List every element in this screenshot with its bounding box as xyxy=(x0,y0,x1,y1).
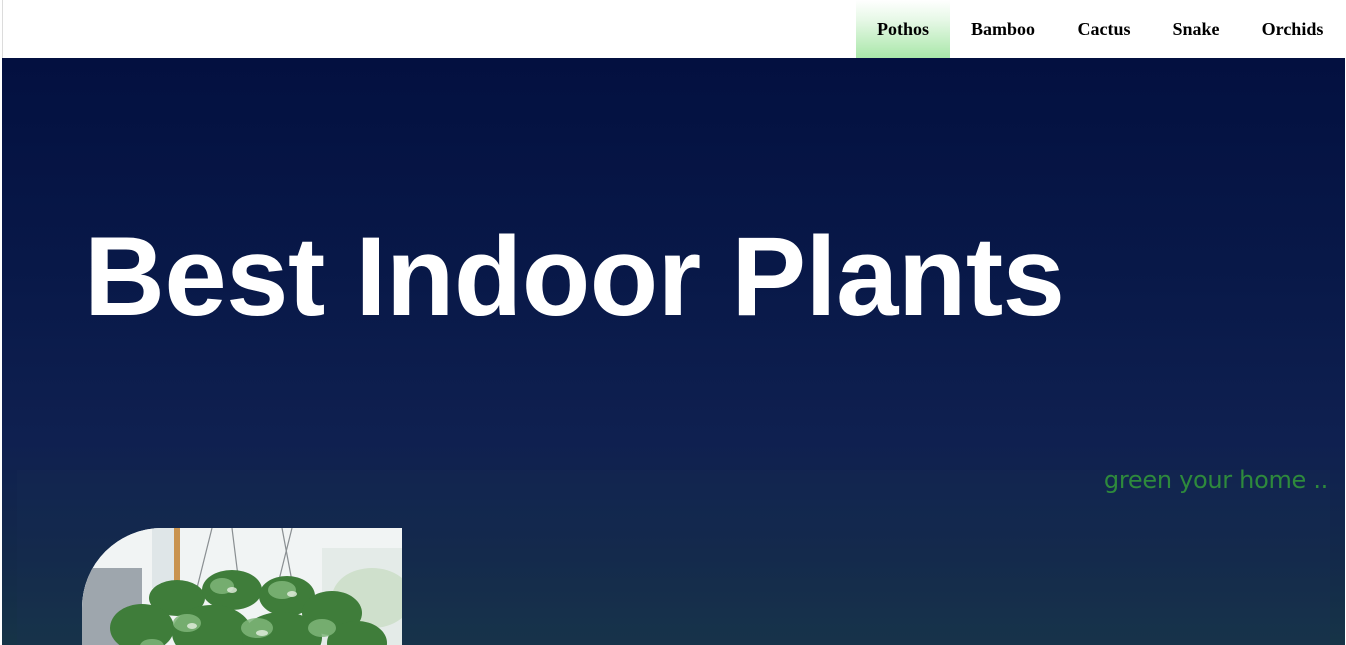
nav-item-orchids[interactable]: Orchids xyxy=(1240,0,1345,58)
nav-menu: Pothos Bamboo Cactus Snake Orchids xyxy=(856,0,1345,58)
pothos-plant-image xyxy=(82,528,402,645)
hero-tagline: green your home .. xyxy=(1103,466,1328,494)
nav-item-snake[interactable]: Snake xyxy=(1152,0,1240,58)
hero-title: Best Indoor Plants xyxy=(84,214,1065,339)
nav-item-cactus[interactable]: Cactus xyxy=(1056,0,1152,58)
plant-photo xyxy=(82,528,402,645)
hero-section: Best Indoor Plants green your home .. xyxy=(2,58,1345,645)
nav-item-bamboo[interactable]: Bamboo xyxy=(950,0,1056,58)
nav-item-pothos[interactable]: Pothos xyxy=(856,0,950,58)
top-navbar: Pothos Bamboo Cactus Snake Orchids xyxy=(2,0,1345,58)
